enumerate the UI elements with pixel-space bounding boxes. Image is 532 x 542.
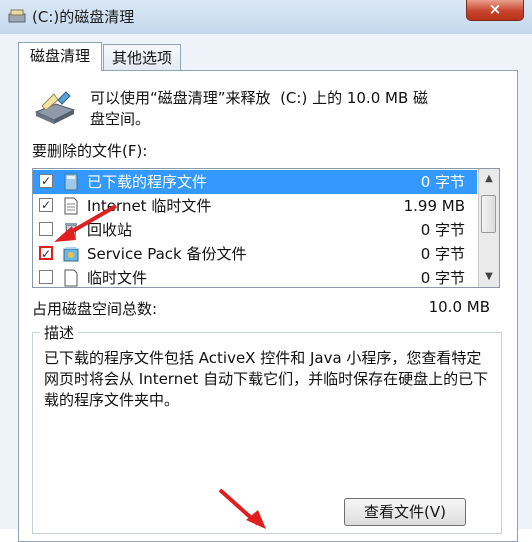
list-item[interactable]: ✓ 已下载的程序文件 0 字节 — [33, 170, 477, 194]
disk-cleanup-icon — [8, 9, 26, 23]
list-item[interactable]: 临时文件 0 字节 — [33, 266, 477, 287]
total-space-value: 10.0 MB — [428, 298, 490, 316]
file-name: Internet 临时文件 — [87, 197, 212, 215]
list-item[interactable]: 回收站 0 字节 — [33, 218, 477, 242]
folder-icon — [64, 173, 78, 191]
close-button[interactable]: × — [466, 0, 524, 21]
window-title: (C:)的磁盘清理 — [32, 8, 135, 26]
file-size: 0 字节 — [420, 221, 465, 239]
tab-disk-cleanup[interactable]: 磁盘清理 — [18, 42, 102, 71]
description-legend: 描述 — [40, 322, 79, 343]
file-name: 已下载的程序文件 — [87, 173, 208, 191]
file-size: 0 字节 — [420, 269, 465, 287]
list-item[interactable]: ✓ Service Pack 备份文件 0 字节 — [33, 242, 477, 266]
files-list[interactable]: ✓ 已下载的程序文件 0 字节 ✓ Internet 临时文件 1.99 MB … — [32, 168, 500, 288]
file-size: 0 字节 — [420, 173, 465, 191]
view-files-button[interactable]: 查看文件(V) — [344, 498, 466, 526]
file-name: 临时文件 — [87, 269, 148, 287]
checkbox[interactable]: ✓ — [39, 246, 53, 260]
title-bar: (C:)的磁盘清理 × — [0, 0, 532, 35]
files-to-delete-label: 要删除的文件(F): — [32, 142, 148, 160]
scroll-down-button[interactable]: ▼ — [481, 269, 497, 285]
file-size: 0 字节 — [420, 245, 465, 263]
service-pack-icon — [63, 247, 79, 262]
tab-more-options[interactable]: 其他选项 — [103, 44, 181, 71]
scroll-up-button[interactable]: ▲ — [481, 171, 497, 187]
file-name: 回收站 — [87, 221, 133, 239]
checkbox[interactable]: ✓ — [39, 198, 53, 212]
recycle-bin-icon — [65, 223, 77, 239]
intro-text: 可以使用“磁盘清理”来释放 (C:) 上的 10.0 MB 磁 盘空间。 — [90, 89, 429, 128]
description-text: 已下载的程序文件包括 ActiveX 控件和 Java 小程序，您查看特定网页时… — [44, 349, 489, 409]
document-icon — [64, 197, 78, 215]
file-size: 1.99 MB — [403, 197, 465, 215]
disk-cleanup-large-icon — [34, 91, 76, 124]
scroll-thumb[interactable] — [481, 195, 496, 233]
list-item[interactable]: ✓ Internet 临时文件 1.99 MB — [33, 194, 477, 218]
checkbox[interactable] — [39, 222, 53, 236]
file-icon — [64, 269, 78, 287]
checkbox[interactable] — [39, 270, 53, 284]
total-space-label: 占用磁盘空间总数: — [32, 300, 158, 318]
file-name: Service Pack 备份文件 — [87, 245, 247, 263]
vertical-scrollbar[interactable]: ▲ ▼ — [478, 169, 499, 287]
checkbox[interactable]: ✓ — [39, 174, 53, 188]
